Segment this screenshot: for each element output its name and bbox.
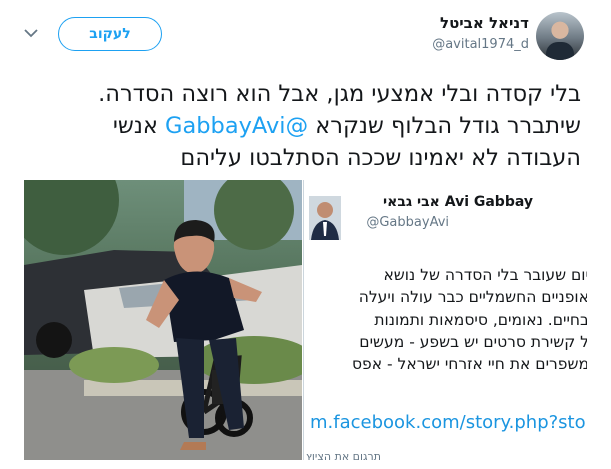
- photo-scene: [24, 180, 302, 460]
- quoted-name-hebrew: אבי גבאי: [383, 194, 440, 210]
- tweet-line: שיתברר גודל הבלוף שנקרא @GabbayAvi אנשי: [21, 110, 581, 142]
- quoted-line: ל קשירת סרטים יש בשפע - מעשים: [359, 332, 587, 351]
- author-display-name[interactable]: דניאל אביטל: [440, 14, 529, 32]
- author-handle[interactable]: @avital1974_d: [432, 37, 529, 52]
- quoted-line: בחיים. נאומים, סיסמאות ותמונות: [374, 310, 587, 329]
- mention-link[interactable]: @GabbayAvi: [165, 113, 308, 139]
- quoted-name-latin: Avi Gabbay: [444, 194, 533, 210]
- quoted-line: אופניים החשמליים כבר עולה ויעלה: [358, 288, 587, 307]
- quoted-link: m.facebook.com/story.php?sto: [310, 412, 586, 433]
- tweet-text: בלי קסדה ובלי אמצעי מגן, אבל הוא רוצה הס…: [21, 78, 581, 174]
- avatar-figure: [546, 42, 574, 60]
- tweet-text-segment: שיתברר גודל הבלוף שנקרא: [308, 113, 581, 139]
- quoted-line: משפרים את חיי אזרחי ישראל - אפס: [352, 355, 587, 374]
- tweet-text-segment: אנשי: [112, 113, 166, 139]
- author-avatar[interactable]: [536, 12, 584, 60]
- tweet-line: העבודה לא יאמינו שככה הסתלבטו עליהם: [180, 145, 581, 171]
- quoted-line: יום שעובר בלי הסדרה של נושא: [383, 266, 587, 284]
- quoted-tweet-screenshot[interactable]: Avi Gabbay אבי גבאי @GabbayAvi יום שעובר…: [303, 180, 587, 460]
- quoted-cut-text: תרגום את הציוץ: [306, 450, 381, 460]
- follow-button[interactable]: לעקוב: [58, 17, 162, 51]
- quoted-avatar: [309, 196, 341, 240]
- chevron-down-icon[interactable]: [24, 28, 38, 38]
- quoted-handle: @GabbayAvi: [366, 215, 449, 230]
- tweet-line: בלי קסדה ובלי אמצעי מגן, אבל הוא רוצה הס…: [98, 81, 581, 107]
- tweet-photo[interactable]: [24, 180, 302, 460]
- quoted-body: יום שעובר בלי הסדרה של נושא אופניים החשמ…: [304, 264, 587, 375]
- quoted-display-name: Avi Gabbay אבי גבאי: [383, 194, 533, 210]
